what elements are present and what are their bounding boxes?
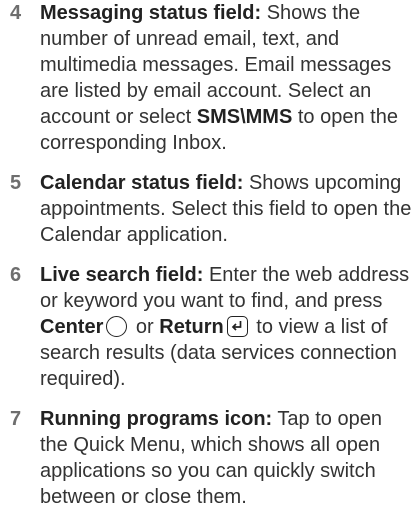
item-number: 7 [10,408,22,430]
item-term: Running programs icon: [40,408,273,430]
center-button-icon [106,316,128,337]
item-number: 6 [10,264,22,286]
list-item: 7 Running programs icon: Tap to open the… [0,406,413,510]
instruction-list: 4 Messaging status field: Shows the numb… [0,0,413,524]
list-item: 4 Messaging status field: Shows the numb… [0,0,413,156]
item-term: Calendar status field: [40,172,244,194]
item-text: or [130,316,160,338]
item-bold-text: Return [159,316,224,338]
item-term: Live search field: [40,264,204,286]
item-bold-text: SMS\MMS [196,106,293,128]
list-item: 6 Live search field: Enter the web addre… [0,262,413,392]
item-number: 5 [10,172,22,194]
return-key-icon [226,316,248,337]
item-term: Messaging status field: [40,2,262,24]
item-bold-text: Center [40,316,104,338]
list-item: 5 Calendar status field: Shows upcoming … [0,170,413,248]
item-number: 4 [10,2,22,24]
